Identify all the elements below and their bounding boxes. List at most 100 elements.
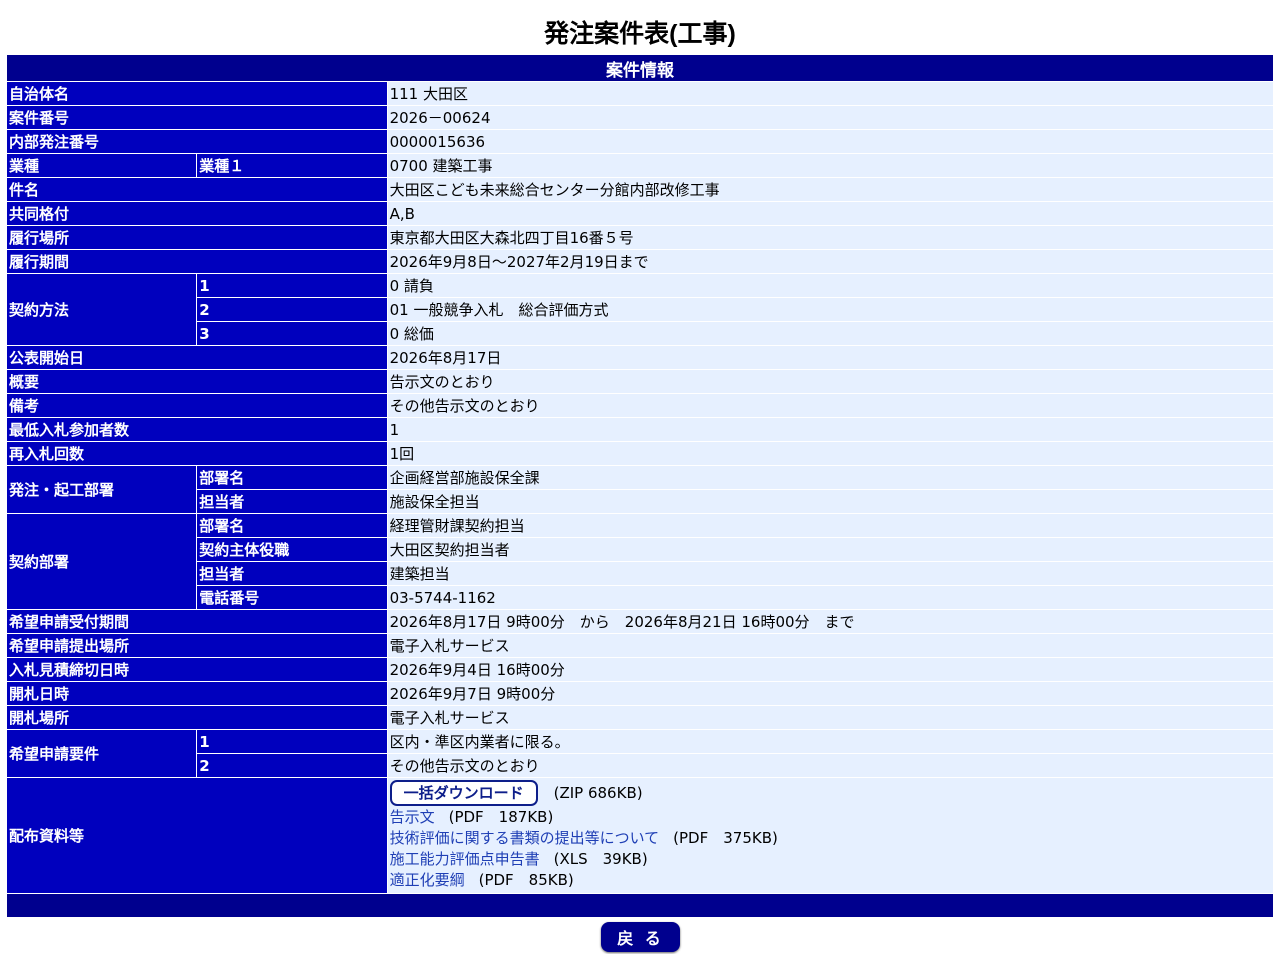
bulk-download-line: 一括ダウンロード (ZIP 686KB) [389,779,1271,807]
row-opening-datetime: 開札日時 2026年9月7日 9時00分 [7,682,1273,705]
row-case-number: 案件番号 2026－00624 [7,106,1273,129]
bid-deadline-value: 2026年9月4日 16時00分 [387,658,1273,681]
row-opening-place: 開札場所 電子入札サービス [7,706,1273,729]
joint-rating-value: A,B [387,202,1273,225]
ordering-dept-sublabel: 部署名 [197,466,387,489]
row-application-req-2: 2 その他告示文のとおり [7,754,1273,777]
bulk-download-info: (ZIP 686KB) [553,784,643,802]
contract-method-value: 0 総価 [387,322,1273,345]
table-footer-bar [7,894,1273,917]
row-application-req-1: 希望申請要件 1 区内・準区内業者に限る。 [7,730,1273,777]
row-project-name: 件名 大田区こども未来総合センター分館内部改修工事 [7,178,1273,201]
opening-datetime-value: 2026年9月7日 9時00分 [387,682,1273,705]
contract-method-value: 01 一般競争入札 総合評価方式 [387,298,1273,321]
case-info-table: 案件情報 自治体名 111 大田区 案件番号 2026－00624 内部発注番号… [6,54,1274,918]
file-link[interactable]: 適正化要綱 [390,871,465,889]
project-name-value: 大田区こども未来総合センター分館内部改修工事 [387,178,1273,201]
summary-label: 概要 [7,370,387,393]
contract-method-value: 0 請負 [387,274,1273,297]
application-req-num: 1 [197,730,387,753]
row-contract-method-2: 2 01 一般競争入札 総合評価方式 [7,298,1273,321]
row-remarks: 備考 その他告示文のとおり [7,394,1273,417]
application-period-label: 希望申請受付期間 [7,610,387,633]
row-municipality: 自治体名 111 大田区 [7,82,1273,105]
internal-number-label: 内部発注番号 [7,130,387,153]
work-type-value: 0700 建築工事 [387,154,1273,177]
application-req-label: 希望申請要件 [7,730,197,777]
min-bidders-value: 1 [387,418,1273,441]
work-type-label: 業種 [7,154,197,177]
row-ordering-dept-1: 発注・起工部署 部署名 企画経営部施設保全課 [7,466,1273,513]
rebid-count-label: 再入札回数 [7,442,387,465]
file-link[interactable]: 告示文 [390,808,435,826]
summary-value: 告示文のとおり [387,370,1273,393]
contract-method-num: 2 [197,298,387,321]
section-header: 案件情報 [7,55,1273,81]
rebid-count-value: 1回 [387,442,1273,465]
row-ordering-dept-2: 担当者 施設保全担当 [7,490,1273,513]
row-contract-dept-1: 契約部署 部署名 経理管財課契約担当 [7,514,1273,609]
period-label: 履行期間 [7,250,387,273]
location-label: 履行場所 [7,226,387,249]
materials-label: 配布資料等 [7,778,387,893]
ordering-dept-sublabel: 担当者 [197,490,387,513]
row-location: 履行場所 東京都大田区大森北四丁目16番５号 [7,226,1273,249]
row-application-place: 希望申請提出場所 電子入札サービス [7,634,1273,657]
location-value: 東京都大田区大森北四丁目16番５号 [387,226,1273,249]
contract-dept-sublabel: 電話番号 [197,586,387,609]
ordering-dept-value: 企画経営部施設保全課 [387,466,1273,489]
contract-dept-value: 建築担当 [387,562,1273,585]
publish-date-value: 2026年8月17日 [387,346,1273,369]
contract-dept-sublabel: 部署名 [197,514,387,537]
materials-value: 一括ダウンロード (ZIP 686KB) 告示文 (PDF 187KB) 技術評価に… [387,778,1273,893]
min-bidders-label: 最低入札参加者数 [7,418,387,441]
file-link[interactable]: 技術評価に関する書類の提出等について [390,829,660,847]
application-place-value: 電子入札サービス [387,634,1273,657]
file-item: 施工能力評価点申告書 (XLS 39KB) [390,849,1271,870]
row-joint-rating: 共同格付 A,B [7,202,1273,225]
row-work-type: 業種 業種１ 0700 建築工事 [7,154,1273,177]
row-contract-dept-2: 契約主体役職 大田区契約担当者 [7,538,1273,561]
opening-place-label: 開札場所 [7,706,387,729]
municipality-value: 111 大田区 [387,82,1273,105]
row-internal-number: 内部発注番号 0000015636 [7,130,1273,153]
contract-dept-value: 大田区契約担当者 [387,538,1273,561]
application-req-num: 2 [197,754,387,777]
application-place-label: 希望申請提出場所 [7,634,387,657]
file-info: (PDF 85KB) [478,871,574,889]
period-value: 2026年9月8日～2027年2月19日まで [387,250,1273,273]
row-min-bidders: 最低入札参加者数 1 [7,418,1273,441]
file-item: 適正化要綱 (PDF 85KB) [390,870,1271,891]
row-bid-deadline: 入札見積締切日時 2026年9月4日 16時00分 [7,658,1273,681]
back-button[interactable]: 戻 る [601,922,680,952]
case-number-value: 2026－00624 [387,106,1273,129]
municipality-label: 自治体名 [7,82,387,105]
contract-dept-sublabel: 担当者 [197,562,387,585]
row-contract-method-1: 契約方法 1 0 請負 [7,274,1273,345]
application-req-value: 区内・準区内業者に限る。 [387,730,1273,753]
row-contract-dept-4: 電話番号 03-5744-1162 [7,586,1273,609]
application-req-value: その他告示文のとおり [387,754,1273,777]
bulk-download-button[interactable]: 一括ダウンロード [389,780,538,806]
contract-method-num: 3 [197,322,387,345]
file-info: (XLS 39KB) [553,850,648,868]
ordering-dept-label: 発注・起工部署 [7,466,197,513]
file-link[interactable]: 施工能力評価点申告書 [390,850,540,868]
internal-number-value: 0000015636 [387,130,1273,153]
page-title: 発注案件表(工事) [544,20,736,48]
file-item: 技術評価に関する書類の提出等について (PDF 375KB) [390,828,1271,849]
contract-dept-value: 経理管財課契約担当 [387,514,1273,537]
row-application-period: 希望申請受付期間 2026年8月17日 9時00分 から 2026年8月21日 … [7,610,1273,633]
publish-date-label: 公表開始日 [7,346,387,369]
row-contract-dept-3: 担当者 建築担当 [7,562,1273,585]
contract-method-label: 契約方法 [7,274,197,345]
row-contract-method-3: 3 0 総価 [7,322,1273,345]
bid-deadline-label: 入札見積締切日時 [7,658,387,681]
row-period: 履行期間 2026年9月8日～2027年2月19日まで [7,250,1273,273]
work-type-sublabel: 業種１ [197,154,387,177]
joint-rating-label: 共同格付 [7,202,387,225]
file-info: (PDF 187KB) [448,808,554,826]
contract-method-num: 1 [197,274,387,297]
opening-place-value: 電子入札サービス [387,706,1273,729]
opening-datetime-label: 開札日時 [7,682,387,705]
